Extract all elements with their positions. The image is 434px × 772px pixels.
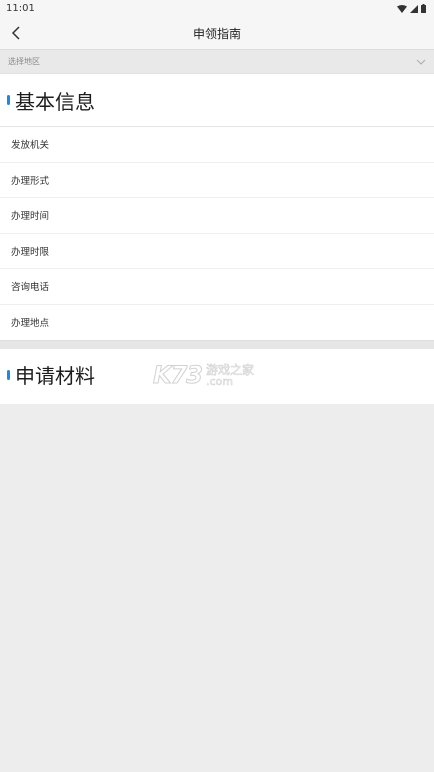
- info-row-location[interactable]: 办理地点: [0, 305, 434, 341]
- status-bar: 11:01: [0, 0, 434, 17]
- info-row-time-limit[interactable]: 办理时限: [0, 234, 434, 269]
- back-button[interactable]: [6, 23, 26, 43]
- info-row-label: 办理时间: [11, 211, 50, 223]
- basic-info-list: 发放机关 办理形式 办理时间 办理时限 咨询电话 办理地点: [0, 127, 434, 340]
- chevron-down-icon: [416, 59, 426, 65]
- status-icons: [397, 4, 426, 13]
- section-accent-bar: [7, 95, 10, 105]
- region-placeholder: 选择地区: [8, 57, 40, 66]
- watermark-cn: 游戏之家: [206, 362, 255, 377]
- basic-info-header: 基本信息: [0, 74, 434, 127]
- info-row-label: 咨询电话: [11, 282, 50, 294]
- page-title: 申领指南: [192, 26, 241, 41]
- materials-title: 申请材料: [15, 364, 95, 388]
- info-row-label: 办理时限: [11, 246, 50, 258]
- info-row-label: 办理形式: [11, 175, 50, 187]
- watermark-brand: K73: [153, 361, 204, 390]
- section-accent-bar: [7, 369, 10, 380]
- info-row-phone[interactable]: 咨询电话: [0, 269, 434, 305]
- info-row-issuing-authority[interactable]: 发放机关: [0, 127, 434, 163]
- nav-bar: 申领指南: [0, 17, 434, 49]
- status-time: 11:01: [6, 3, 35, 14]
- chevron-left-icon: [11, 26, 20, 40]
- info-row-label: 发放机关: [11, 140, 50, 152]
- battery-icon: [421, 4, 426, 13]
- watermark-logo: K73 游戏之家 .com: [153, 361, 255, 390]
- watermark-text: 游戏之家 .com: [206, 362, 255, 388]
- basic-info-title: 基本信息: [15, 89, 95, 114]
- signal-icon: [410, 4, 418, 13]
- info-row-label: 办理地点: [11, 318, 50, 330]
- region-selector[interactable]: 选择地区: [0, 49, 434, 74]
- materials-header: 申请材料 K73 游戏之家 .com: [0, 349, 434, 404]
- info-row-handling-form[interactable]: 办理形式: [0, 163, 434, 198]
- info-row-handling-time[interactable]: 办理时间: [0, 198, 434, 234]
- wifi-icon: [397, 4, 407, 13]
- section-divider: [0, 340, 434, 349]
- watermark-domain: .com: [206, 374, 234, 388]
